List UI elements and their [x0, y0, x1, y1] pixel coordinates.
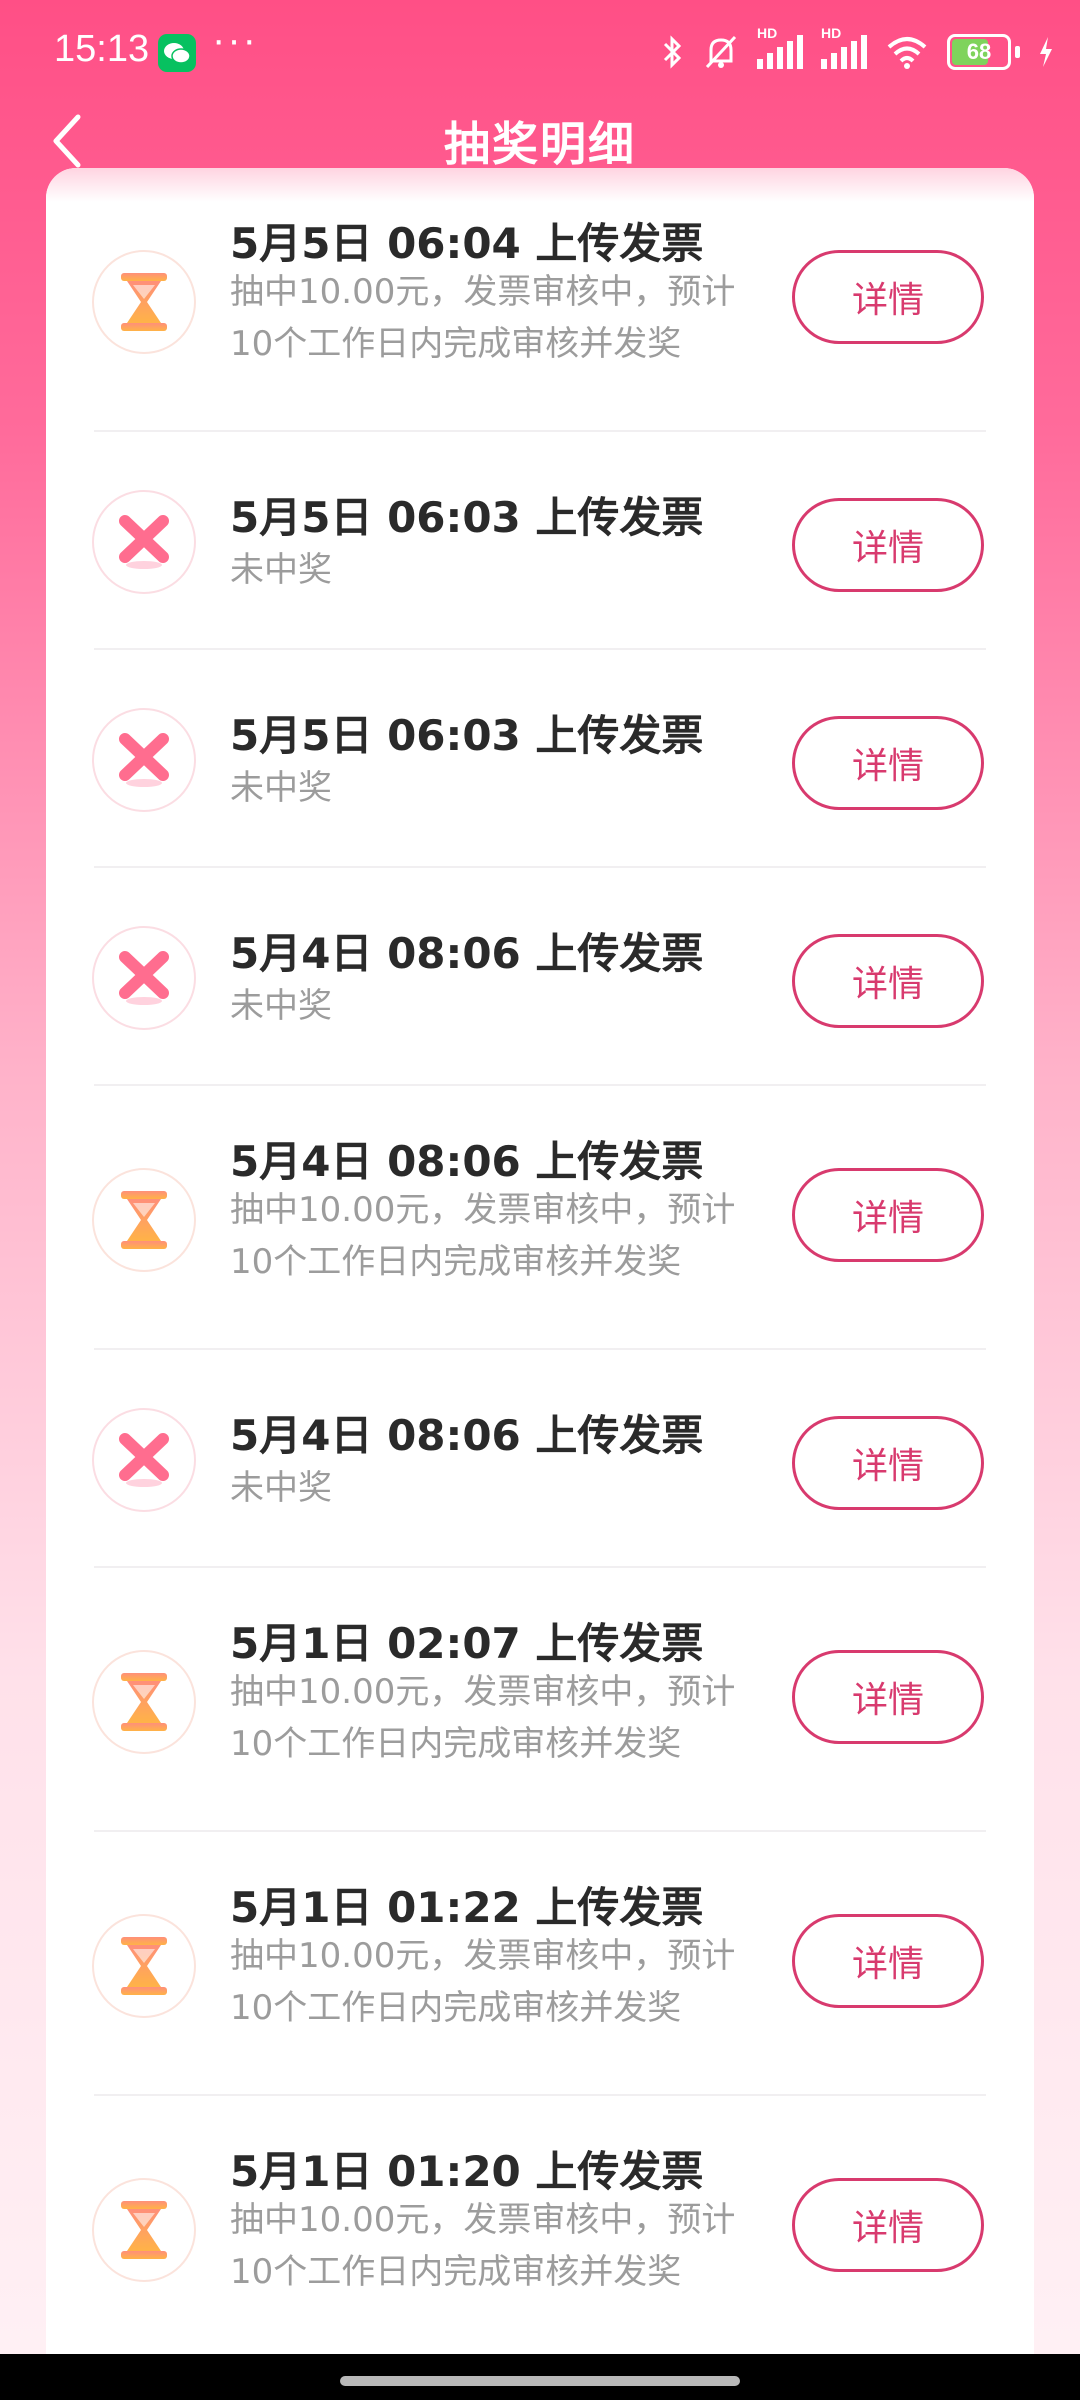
record-status-text: 抽中10.00元，发票审核中，预计10个工作日内完成审核并发奖 — [230, 1936, 736, 2028]
bluetooth-icon — [663, 35, 682, 69]
record-status-text: 抽中10.00元，发票审核中，预计10个工作日内完成审核并发奖 — [230, 1672, 736, 1764]
battery-tip — [1015, 46, 1020, 58]
details-button[interactable]: 详情 — [792, 2178, 984, 2272]
status-bar: 15:13 ··· HD HD 68 — [0, 0, 1080, 100]
home-indicator[interactable] — [340, 2376, 740, 2386]
wechat-icon — [158, 34, 196, 72]
list-item: 5月4日 08:06 上传发票未中奖 详情 — [46, 868, 1034, 1086]
page-title: 抽奖明细 — [444, 117, 636, 171]
details-button[interactable]: 详情 — [792, 1168, 984, 1262]
record-title: 5月1日 02:07 上传发票 — [230, 1619, 704, 1668]
cross-icon — [92, 926, 196, 1030]
record-title: 5月1日 01:22 上传发票 — [230, 1883, 704, 1932]
hourglass-icon — [92, 1650, 196, 1754]
hourglass-icon — [92, 2178, 196, 2282]
signal-icon: HD — [821, 25, 867, 69]
wifi-icon — [887, 37, 927, 69]
list-item: 5月1日 02:07 上传发票 抽中10.00元，发票审核中，预计10个工作日内完… — [46, 1568, 1034, 1832]
details-button[interactable]: 详情 — [792, 716, 984, 810]
record-title: 5月5日 06:03 上传发票 — [230, 493, 704, 542]
record-status-text: 未中奖 — [230, 550, 332, 590]
mute-bell-icon — [705, 35, 737, 69]
list-item: 5月1日 01:22 上传发票 抽中10.00元，发票审核中，预计10个工作日内完… — [46, 1832, 1034, 2096]
hourglass-icon — [92, 1168, 196, 1272]
list-item: 5月5日 06:03 上传发票未中奖 详情 — [46, 650, 1034, 868]
record-status-text: 抽中10.00元，发票审核中，预计10个工作日内完成审核并发奖 — [230, 272, 736, 364]
list-item: 5月5日 06:03 上传发票未中奖 详情 — [46, 432, 1034, 650]
record-status-text: 未中奖 — [230, 986, 332, 1026]
battery-icon: 68 — [947, 34, 1011, 70]
list-item: 5月4日 08:06 上传发票 抽中10.00元，发票审核中，预计10个工作日内完… — [46, 1086, 1034, 1350]
details-button[interactable]: 详情 — [792, 1416, 984, 1510]
status-icons: HD HD 68 — [659, 25, 1054, 74]
hourglass-icon — [92, 250, 196, 354]
signal-icon: HD — [757, 25, 803, 69]
record-status-text: 抽中10.00元，发票审核中，预计10个工作日内完成审核并发奖 — [230, 2200, 736, 2292]
cross-icon — [92, 1408, 196, 1512]
more-notifications-icon: ··· — [212, 18, 258, 62]
details-button[interactable]: 详情 — [792, 1650, 984, 1744]
record-status-text: 未中奖 — [230, 768, 332, 808]
cross-icon — [92, 490, 196, 594]
cross-icon — [92, 708, 196, 812]
list-item: 5月4日 08:06 上传发票未中奖 详情 — [46, 1350, 1034, 1568]
details-button[interactable]: 详情 — [792, 934, 984, 1028]
details-button[interactable]: 详情 — [792, 498, 984, 592]
status-time: 15:13 — [54, 28, 150, 70]
records-card: 5月5日 06:04 上传发票 抽中10.00元，发票审核中，预计10个工作日内完… — [46, 168, 1034, 2400]
record-title: 5月1日 01:20 上传发票 — [230, 2147, 704, 2196]
details-button[interactable]: 详情 — [792, 1914, 984, 2008]
record-status-text: 抽中10.00元，发票审核中，预计10个工作日内完成审核并发奖 — [230, 1190, 736, 1282]
list-item: 5月1日 01:20 上传发票 抽中10.00元，发票审核中，预计10个工作日内完… — [46, 2096, 1034, 2360]
hourglass-icon — [92, 1914, 196, 2018]
charging-icon — [1040, 37, 1052, 67]
record-title: 5月5日 06:03 上传发票 — [230, 711, 704, 760]
record-title: 5月5日 06:04 上传发票 — [230, 219, 704, 268]
details-button[interactable]: 详情 — [792, 250, 984, 344]
record-title: 5月4日 08:06 上传发票 — [230, 1411, 704, 1460]
record-title: 5月4日 08:06 上传发票 — [230, 1137, 704, 1186]
list-item: 5月5日 06:04 上传发票 抽中10.00元，发票审核中，预计10个工作日内完… — [46, 168, 1034, 432]
record-title: 5月4日 08:06 上传发票 — [230, 929, 704, 978]
record-status-text: 未中奖 — [230, 1468, 332, 1508]
